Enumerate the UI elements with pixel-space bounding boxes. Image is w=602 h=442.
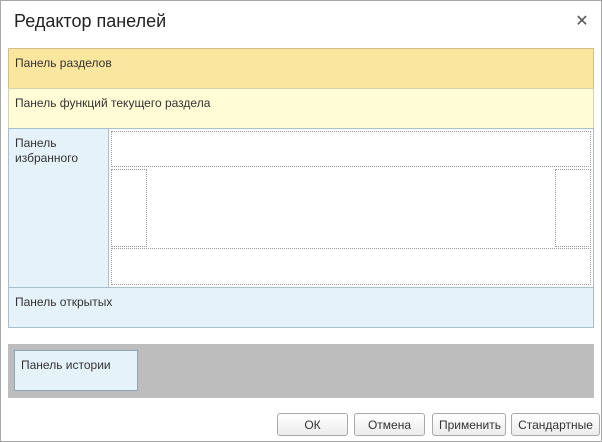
drop-slot-left[interactable]	[111, 169, 147, 247]
cancel-button[interactable]: Отмена	[354, 413, 425, 436]
drop-slot-right[interactable]	[555, 169, 591, 247]
close-icon[interactable]: ✕	[571, 11, 593, 33]
panel-sections[interactable]: Панель разделов	[8, 48, 594, 89]
panel-history-label: Панель истории	[21, 358, 111, 372]
default-button[interactable]: Стандартные	[511, 413, 600, 436]
panel-open-label: Панель открытых	[15, 295, 113, 309]
apply-button[interactable]: Применить	[432, 413, 506, 436]
drop-slot-bottom[interactable]	[111, 248, 591, 285]
ok-button[interactable]: ОК	[277, 413, 348, 436]
panel-editor-dialog: Редактор панелей ✕ Панель разделов Панел…	[0, 0, 602, 442]
panel-history[interactable]: Панель истории	[14, 350, 138, 391]
dialog-title: Редактор панелей	[14, 11, 167, 31]
unused-panels-area: Панель истории	[8, 344, 594, 398]
work-area	[108, 128, 594, 288]
panel-open[interactable]: Панель открытых	[8, 287, 594, 328]
panel-functions[interactable]: Панель функций текущего раздела	[8, 88, 594, 129]
panel-sections-label: Панель разделов	[15, 56, 112, 70]
panel-favorites[interactable]: Панель избранного	[8, 128, 109, 288]
panel-favorites-label: Панель избранного	[15, 136, 79, 165]
drop-slot-top[interactable]	[111, 131, 591, 167]
panel-functions-label: Панель функций текущего раздела	[15, 96, 211, 110]
